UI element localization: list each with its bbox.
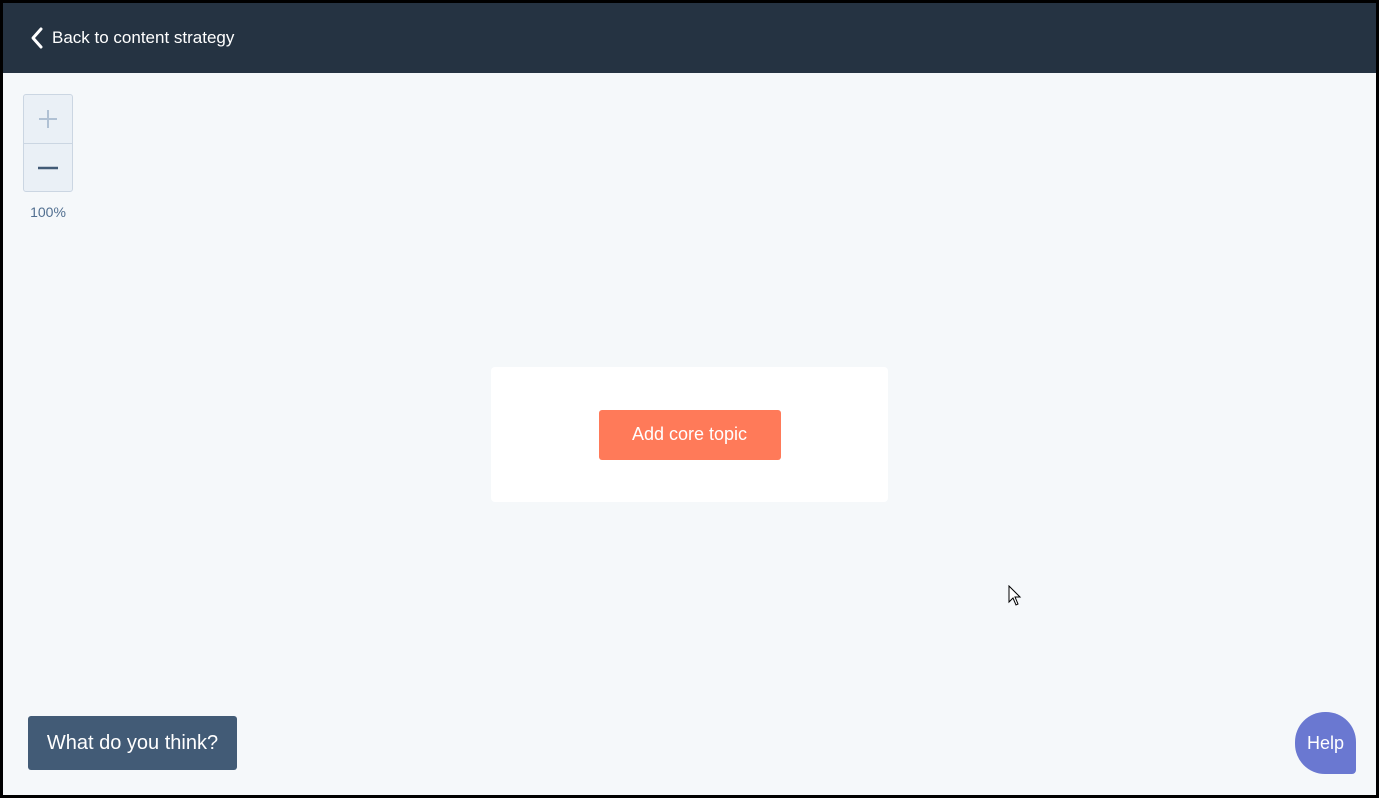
top-bar: Back to content strategy (3, 3, 1376, 73)
zoom-in-button[interactable] (24, 95, 72, 143)
zoom-out-button[interactable] (24, 143, 72, 191)
add-core-topic-button[interactable]: Add core topic (598, 409, 781, 460)
core-topic-card: Add core topic (491, 367, 888, 502)
help-button[interactable]: Help (1295, 712, 1356, 774)
minus-icon (38, 166, 58, 169)
feedback-button[interactable]: What do you think? (28, 716, 237, 770)
back-to-content-strategy-link[interactable]: Back to content strategy (30, 26, 234, 50)
app-window: Back to content strategy 100% Add core t… (3, 3, 1376, 795)
zoom-level: 100% (30, 204, 66, 220)
zoom-controls (23, 94, 73, 192)
mouse-cursor-icon (1008, 585, 1022, 606)
back-link-label: Back to content strategy (52, 28, 235, 47)
chevron-left-icon (31, 27, 43, 49)
plus-icon (39, 110, 57, 128)
